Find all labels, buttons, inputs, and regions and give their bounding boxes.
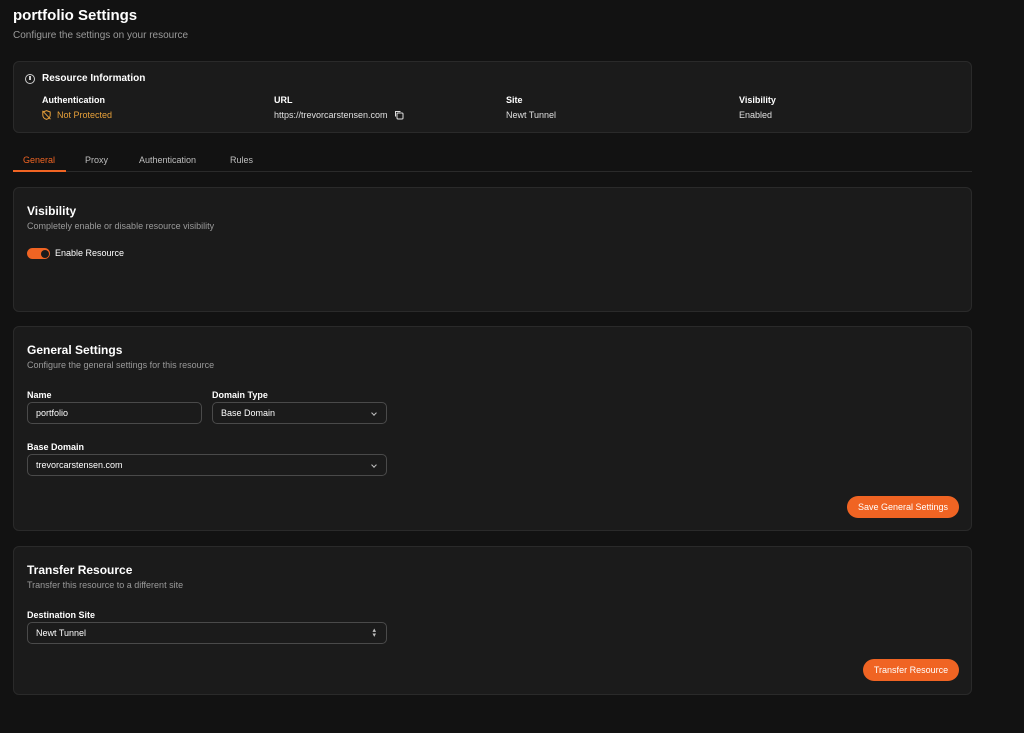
- name-input[interactable]: [36, 403, 193, 423]
- transfer-resource-card: Transfer Resource Transfer this resource…: [13, 546, 972, 695]
- resource-information-card: Resource Information Authentication Not …: [13, 61, 972, 133]
- settings-tabs: General Proxy Authentication Rules: [13, 152, 972, 172]
- copy-icon[interactable]: [394, 110, 404, 120]
- site-info: Site Newt Tunnel: [506, 95, 556, 120]
- visibility-card: Visibility Completely enable or disable …: [13, 187, 972, 312]
- general-settings-card: General Settings Configure the general s…: [13, 326, 972, 531]
- url-label: URL: [274, 95, 293, 105]
- authentication-info: Authentication Not Protected: [42, 95, 112, 120]
- base-domain-label: Base Domain: [27, 442, 85, 452]
- active-tab-indicator: [13, 170, 66, 172]
- visibility-info: Visibility Enabled: [739, 95, 776, 120]
- chevron-down-icon: [371, 410, 377, 416]
- resource-information-title: Resource Information: [42, 73, 146, 84]
- general-settings-subtitle: Configure the general settings for this …: [27, 360, 215, 370]
- url-info: URL https://trevorcarstensen.com: [274, 95, 404, 120]
- page-title: portfolio Settings: [13, 7, 138, 24]
- name-label: Name: [27, 390, 52, 400]
- visibility-label: Visibility: [739, 95, 776, 105]
- enable-resource-label: Enable Resource: [55, 248, 125, 258]
- save-general-settings-button[interactable]: Save General Settings: [847, 496, 959, 518]
- authentication-status: Not Protected: [42, 110, 112, 120]
- tab-rules[interactable]: Rules: [230, 155, 253, 165]
- name-field[interactable]: [27, 402, 202, 424]
- url-row: https://trevorcarstensen.com: [274, 110, 404, 120]
- tab-authentication[interactable]: Authentication: [139, 155, 196, 165]
- info-icon: [25, 73, 35, 84]
- transfer-resource-subtitle: Transfer this resource to a different si…: [27, 580, 184, 590]
- url-value[interactable]: https://trevorcarstensen.com: [274, 110, 388, 120]
- page-subtitle: Configure the settings on your resource: [13, 30, 189, 41]
- chevron-down-icon: [371, 462, 377, 468]
- destination-site-select[interactable]: Newt Tunnel ▴ ▾: [27, 622, 387, 644]
- site-label: Site: [506, 95, 523, 105]
- authentication-value: Not Protected: [57, 110, 113, 120]
- transfer-resource-button[interactable]: Transfer Resource: [863, 659, 959, 681]
- shield-off-icon: [42, 110, 51, 120]
- chevron-up-down-icon: ▴ ▾: [372, 627, 376, 639]
- visibility-subtitle: Completely enable or disable resource vi…: [27, 221, 215, 231]
- domain-type-label: Domain Type: [212, 390, 268, 400]
- destination-site-value: Newt Tunnel: [36, 628, 87, 638]
- tab-general[interactable]: General: [23, 155, 55, 165]
- visibility-value: Enabled: [739, 110, 773, 120]
- enable-resource-toggle[interactable]: [27, 248, 50, 259]
- site-value: Newt Tunnel: [506, 110, 557, 120]
- domain-type-value: Base Domain: [221, 408, 276, 418]
- visibility-title: Visibility: [27, 204, 77, 218]
- resource-information-header: Resource Information: [25, 73, 145, 84]
- tab-proxy[interactable]: Proxy: [85, 155, 108, 165]
- destination-site-label: Destination Site: [27, 610, 96, 620]
- transfer-resource-title: Transfer Resource: [27, 563, 133, 577]
- domain-type-select[interactable]: Base Domain: [212, 402, 387, 424]
- general-settings-title: General Settings: [27, 343, 123, 357]
- base-domain-select[interactable]: trevorcarstensen.com: [27, 454, 387, 476]
- base-domain-value: trevorcarstensen.com: [36, 460, 123, 470]
- authentication-label: Authentication: [42, 95, 105, 105]
